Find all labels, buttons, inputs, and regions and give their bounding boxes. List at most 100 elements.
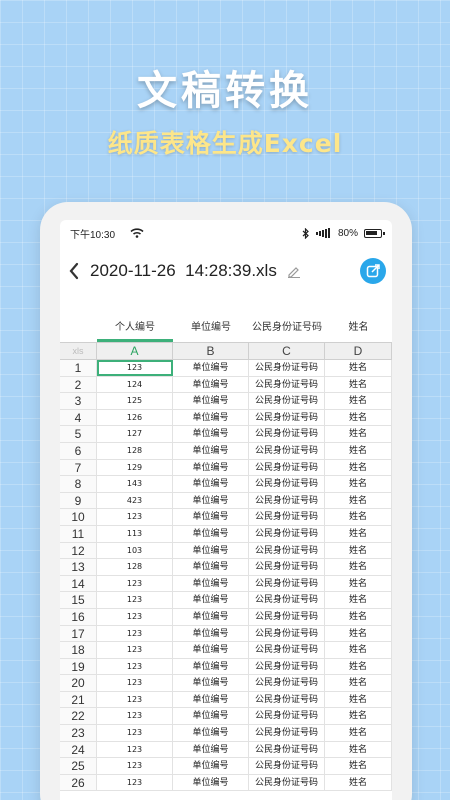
cell[interactable]: 姓名 [325, 658, 392, 675]
cell[interactable]: 公民身份证号码 [249, 592, 325, 608]
cell[interactable]: 123 [97, 708, 173, 725]
cell[interactable]: 姓名 [325, 509, 392, 525]
cell[interactable]: 姓名 [325, 360, 392, 376]
cell[interactable]: 单位编号 [173, 658, 249, 675]
cell[interactable]: 姓名 [325, 525, 392, 542]
cell[interactable]: 公民身份证号码 [249, 393, 325, 409]
cell[interactable]: 123 [97, 658, 173, 675]
cell[interactable]: 单位编号 [173, 409, 249, 426]
cell[interactable]: 单位编号 [173, 758, 249, 774]
cell[interactable]: 123 [97, 774, 173, 791]
cell[interactable]: 姓名 [325, 758, 392, 774]
cell[interactable]: 姓名 [325, 559, 392, 575]
row-number[interactable]: 14 [60, 575, 97, 592]
cell[interactable]: 姓名 [325, 774, 392, 791]
row-number[interactable]: 5 [60, 426, 97, 442]
cell[interactable]: 单位编号 [173, 725, 249, 741]
cell[interactable]: 123 [97, 741, 173, 758]
cell[interactable]: 公民身份证号码 [249, 774, 325, 791]
cell[interactable]: 单位编号 [173, 691, 249, 708]
cell[interactable]: 123 [97, 758, 173, 774]
cell[interactable]: 单位编号 [173, 774, 249, 791]
cell[interactable]: 公民身份证号码 [249, 476, 325, 492]
header-label[interactable]: 姓名 [325, 318, 392, 333]
cell[interactable]: 单位编号 [173, 393, 249, 409]
row-number[interactable]: 8 [60, 476, 97, 492]
row-number[interactable]: 15 [60, 592, 97, 608]
pencil-edit-icon[interactable] [287, 264, 301, 278]
cell[interactable]: 姓名 [325, 409, 392, 426]
cell[interactable]: 123 [97, 625, 173, 642]
row-number[interactable]: 23 [60, 725, 97, 741]
cell[interactable]: 公民身份证号码 [249, 741, 325, 758]
cell[interactable]: 123 [97, 592, 173, 608]
cell[interactable]: 姓名 [325, 476, 392, 492]
cell[interactable]: 姓名 [325, 625, 392, 642]
cell[interactable]: 公民身份证号码 [249, 642, 325, 658]
cell[interactable]: 128 [97, 559, 173, 575]
cell[interactable]: 单位编号 [173, 675, 249, 691]
cell[interactable]: 公民身份证号码 [249, 442, 325, 459]
cell[interactable]: 123 [97, 360, 173, 376]
row-number[interactable]: 21 [60, 691, 97, 708]
cell[interactable]: 姓名 [325, 708, 392, 725]
cell[interactable]: 单位编号 [173, 492, 249, 509]
cell[interactable]: 姓名 [325, 675, 392, 691]
cell[interactable]: 123 [97, 725, 173, 741]
cell[interactable]: 公民身份证号码 [249, 426, 325, 442]
cell[interactable]: 公民身份证号码 [249, 409, 325, 426]
row-number[interactable]: 9 [60, 492, 97, 509]
back-arrow-icon[interactable] [68, 260, 86, 282]
cell[interactable]: 公民身份证号码 [249, 509, 325, 525]
cell[interactable]: 123 [97, 642, 173, 658]
cell[interactable]: 125 [97, 393, 173, 409]
cell[interactable]: 单位编号 [173, 559, 249, 575]
cell[interactable]: 公民身份证号码 [249, 658, 325, 675]
cell[interactable]: 姓名 [325, 691, 392, 708]
row-number[interactable]: 24 [60, 741, 97, 758]
row-number[interactable]: 13 [60, 559, 97, 575]
cell[interactable]: 公民身份证号码 [249, 575, 325, 592]
cell[interactable]: 126 [97, 409, 173, 426]
cell[interactable]: 姓名 [325, 592, 392, 608]
header-label[interactable]: 单位编号 [173, 318, 249, 333]
row-number[interactable]: 17 [60, 625, 97, 642]
cell[interactable]: 姓名 [325, 542, 392, 559]
cell[interactable]: 单位编号 [173, 741, 249, 758]
cell[interactable]: 公民身份证号码 [249, 360, 325, 376]
column-header[interactable]: D [325, 343, 392, 359]
cell[interactable]: 姓名 [325, 376, 392, 393]
cell[interactable]: 姓名 [325, 608, 392, 625]
cell[interactable]: 姓名 [325, 725, 392, 741]
cell[interactable]: 单位编号 [173, 426, 249, 442]
row-number[interactable]: 6 [60, 442, 97, 459]
row-number[interactable]: 12 [60, 542, 97, 559]
row-number[interactable]: 18 [60, 642, 97, 658]
cell[interactable]: 单位编号 [173, 525, 249, 542]
row-number[interactable]: 4 [60, 409, 97, 426]
share-square-icon[interactable] [360, 258, 386, 284]
cell[interactable]: 128 [97, 442, 173, 459]
cell[interactable]: 姓名 [325, 575, 392, 592]
cell[interactable]: 129 [97, 459, 173, 476]
cell[interactable]: 公民身份证号码 [249, 608, 325, 625]
cell[interactable]: 123 [97, 608, 173, 625]
header-label[interactable]: 个人编号 [97, 318, 173, 342]
cell[interactable]: 公民身份证号码 [249, 525, 325, 542]
row-number[interactable]: 22 [60, 708, 97, 725]
row-number[interactable]: 7 [60, 459, 97, 476]
cell[interactable]: 123 [97, 691, 173, 708]
cell[interactable]: 公民身份证号码 [249, 559, 325, 575]
cell[interactable]: 单位编号 [173, 360, 249, 376]
cell[interactable]: 单位编号 [173, 376, 249, 393]
row-number[interactable]: 16 [60, 608, 97, 625]
row-number[interactable]: 26 [60, 774, 97, 791]
cell[interactable]: 公民身份证号码 [249, 625, 325, 642]
row-number[interactable]: 1 [60, 360, 97, 376]
row-number[interactable]: 3 [60, 393, 97, 409]
cell[interactable]: 公民身份证号码 [249, 542, 325, 559]
cell[interactable]: 单位编号 [173, 476, 249, 492]
cell[interactable]: 公民身份证号码 [249, 492, 325, 509]
cell[interactable]: 姓名 [325, 642, 392, 658]
cell[interactable]: 单位编号 [173, 592, 249, 608]
